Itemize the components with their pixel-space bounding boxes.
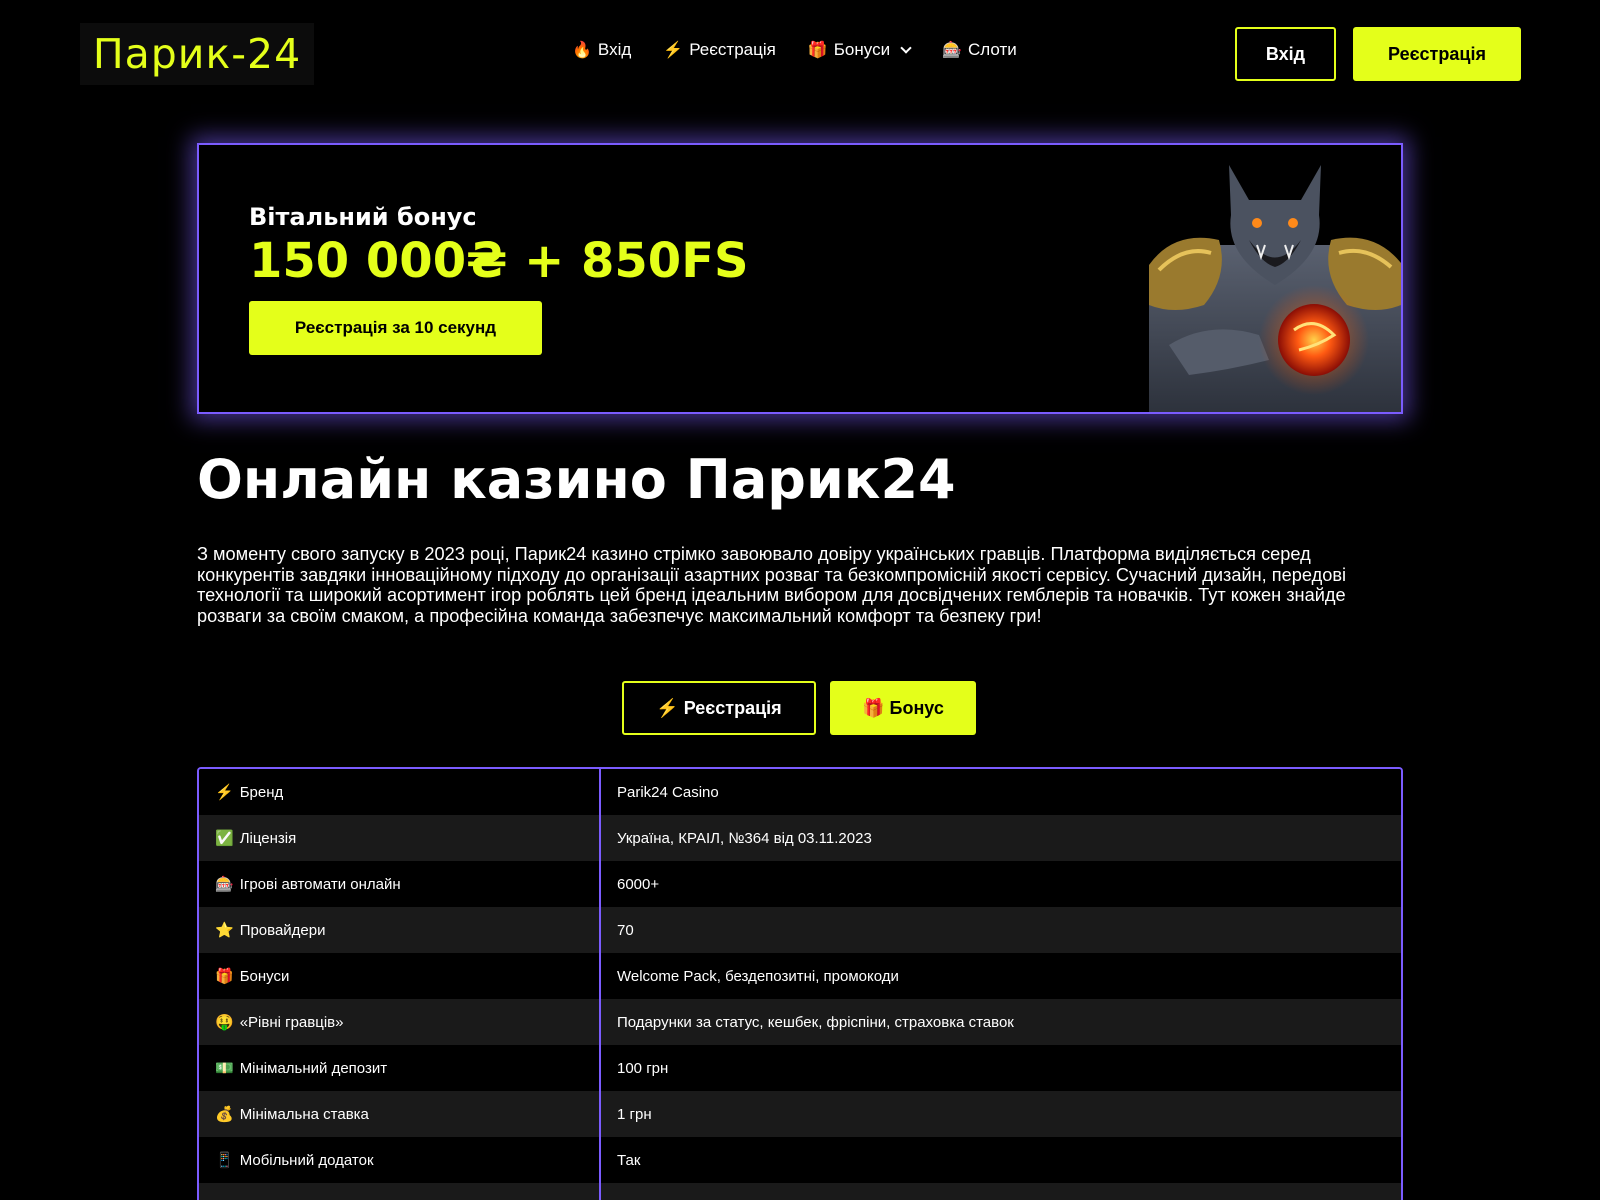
table-value: Подарунки за статус, кешбек, фріспіни, с…: [617, 1013, 1014, 1031]
table-label: Мобільний додаток: [239, 1151, 374, 1169]
gift-icon: 🎁: [215, 968, 234, 985]
star-icon: ⭐: [215, 922, 234, 939]
table-value: Parik24 Casino: [617, 783, 719, 801]
money-bag-icon: 💰: [215, 1106, 234, 1123]
wolf-warrior-illustration: [1149, 165, 1401, 412]
nav-item-login[interactable]: 🔥 Вхід: [572, 40, 631, 60]
page-title: Онлайн казино Парик24: [197, 448, 956, 511]
welcome-bonus-banner: Вітальний бонус 150 000₴ + 850FS Реєстра…: [197, 143, 1403, 414]
table-label: Мінімальна ставка: [239, 1105, 369, 1123]
table-label-cell: ⚡ Бренд: [199, 769, 601, 815]
table-label-cell: 📱 Мобільний додаток: [199, 1137, 601, 1183]
table-row: 💰 Мінімальна ставка 1 грн: [199, 1091, 1401, 1137]
table-row: 🎁 Бонуси Welcome Pack, бездепозитні, пром…: [199, 953, 1401, 999]
table-value: Welcome Pack, бездепозитні, промокоди: [617, 967, 899, 985]
site-logo[interactable]: Парик-24: [80, 23, 314, 85]
table-label: «Рівні гравців»: [239, 1013, 344, 1031]
table-row: ⭐ Провайдери 70: [199, 907, 1401, 953]
chevron-down-icon: [900, 42, 912, 54]
nav-item-label: Бонуси: [833, 40, 891, 59]
intro-paragraph: З моменту свого запуску в 2023 році, Пар…: [197, 544, 1347, 626]
nav-item-label: Слоти: [968, 40, 1017, 59]
nav-item-bonuses[interactable]: 🎁 Бонуси: [807, 40, 912, 60]
table-label: Мінімальний депозит: [239, 1059, 388, 1077]
table-label-cell: 💵 Мінімальний депозит: [199, 1045, 601, 1091]
table-label-cell: ⭐ Провайдери: [199, 907, 601, 953]
table-label: Бонуси: [239, 967, 290, 985]
table-row: ⚡ Бренд Parik24 Casino: [199, 769, 1401, 815]
nav-item-register[interactable]: ⚡ Реєстрація: [663, 40, 776, 60]
table-label-cell: 💰 Мінімальна ставка: [199, 1091, 601, 1137]
table-row: 🎰 Ігрові автомати онлайн 6000+: [199, 861, 1401, 907]
table-row: 🤑 «Рівні гравців» Подарунки за статус, ке…: [199, 999, 1401, 1045]
table-value: 1 грн: [617, 1105, 652, 1123]
login-button[interactable]: Вхід: [1235, 27, 1336, 81]
table-value: [601, 1183, 1401, 1200]
logo-text: Парик-24: [92, 30, 302, 78]
table-label: Ігрові автомати онлайн: [239, 875, 401, 893]
nav-item-label: Вхід: [597, 40, 632, 59]
fire-icon: 🔥: [572, 42, 592, 59]
banknote-icon: 💵: [215, 1060, 234, 1077]
banner-subtitle: Вітальний бонус: [249, 203, 477, 231]
table-label: Провайдери: [239, 921, 326, 939]
table-row: 💵 Мінімальний депозит 100 грн: [199, 1045, 1401, 1091]
slot-machine-icon: 🎰: [215, 876, 234, 893]
lightning-icon: ⚡: [215, 784, 234, 801]
nav-item-label: Реєстрація: [689, 40, 776, 59]
table-label-cell: [199, 1183, 601, 1200]
table-row: ✅ Ліцензія Україна, КРАІЛ, №364 від 03.11…: [199, 815, 1401, 861]
banner-bonus-amount: 150 000₴ + 850FS: [249, 233, 749, 289]
table-value: Україна, КРАІЛ, №364 від 03.11.2023: [617, 829, 872, 847]
cta-bonus-button[interactable]: 🎁 Бонус: [830, 681, 976, 735]
table-value: 100 грн: [617, 1059, 669, 1077]
table-label-cell: 🤑 «Рівні гравців»: [199, 999, 601, 1045]
casino-info-table: ⚡ Бренд Parik24 Casino ✅ Ліцензія Україна,…: [197, 767, 1403, 1200]
table-label: Бренд: [239, 783, 284, 801]
table-row: [199, 1183, 1401, 1200]
table-label-cell: 🎰 Ігрові автомати онлайн: [199, 861, 601, 907]
table-value: Так: [617, 1151, 641, 1169]
site-header: Парик-24 🔥 Вхід ⚡ Реєстрація 🎁 Бонуси 🎰 …: [0, 0, 1600, 106]
cta-register-button[interactable]: ⚡ Реєстрація: [622, 681, 816, 735]
register-button[interactable]: Реєстрація: [1353, 27, 1521, 81]
slot-machine-icon: 🎰: [942, 42, 962, 59]
table-value: 70: [617, 921, 634, 939]
mobile-phone-icon: 📱: [215, 1152, 234, 1169]
lightning-icon: ⚡: [663, 42, 684, 59]
table-label-cell: ✅ Ліцензія: [199, 815, 601, 861]
table-value: 6000+: [617, 875, 660, 893]
gift-icon: 🎁: [807, 42, 828, 59]
checkmark-icon: ✅: [215, 830, 234, 847]
nav-item-slots[interactable]: 🎰 Слоти: [942, 40, 1017, 60]
table-label: Ліцензія: [239, 829, 297, 847]
money-mouth-icon: 🤑: [215, 1014, 234, 1031]
table-row: 📱 Мобільний додаток Так: [199, 1137, 1401, 1183]
main-nav: 🔥 Вхід ⚡ Реєстрація 🎁 Бонуси 🎰 Слоти: [572, 40, 1017, 60]
banner-register-button[interactable]: Реєстрація за 10 секунд: [249, 301, 542, 355]
table-label-cell: 🎁 Бонуси: [199, 953, 601, 999]
